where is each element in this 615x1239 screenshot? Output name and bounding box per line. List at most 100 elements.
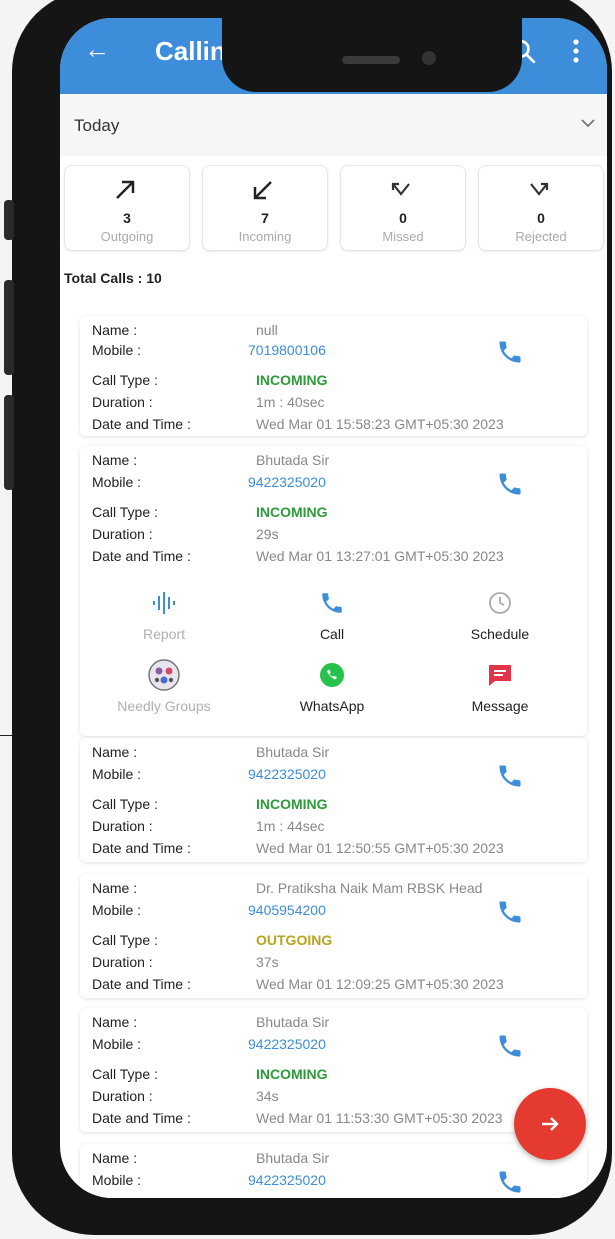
phone-icon (322, 593, 342, 613)
notch (222, 18, 522, 92)
call-card[interactable]: Name : Bhutada Sir Mobile : 9422325020 C… (80, 1008, 587, 1132)
call-duration: 37s (256, 954, 279, 970)
date-time-label: Date and Time : (92, 976, 191, 992)
call-type: INCOMING (256, 796, 328, 812)
caller-name: Dr. Pratiksha Naik Mam RBSK Head (256, 880, 483, 896)
volume-button (4, 280, 14, 375)
whatsapp-action[interactable]: WhatsApp (248, 658, 416, 714)
stat-count: 7 (261, 210, 269, 226)
stat-count: 3 (123, 210, 131, 226)
message-action[interactable]: Message (416, 658, 584, 714)
action-label: Report (142, 626, 186, 642)
call-type: OUTGOING (256, 932, 333, 948)
stat-incoming[interactable]: 7 Incoming (202, 165, 328, 251)
stat-rejected[interactable]: 0 Rejected (478, 165, 604, 251)
name-label: Name : (92, 880, 138, 896)
date-time-label: Date and Time : (92, 840, 191, 856)
call-duration: 34s (256, 1088, 279, 1104)
caller-name: Bhutada Sir (256, 452, 330, 468)
mobile-label: Mobile : (92, 1172, 142, 1188)
date-filter-dropdown[interactable]: Today (60, 94, 607, 156)
speaker (342, 56, 400, 64)
caller-mobile[interactable]: 9422325020 (248, 1172, 326, 1188)
stat-outgoing[interactable]: 3 Outgoing (64, 165, 190, 251)
mobile-label: Mobile : (92, 1036, 142, 1052)
mobile-label: Mobile : (92, 766, 142, 782)
arrow-left-icon[interactable]: ← (84, 34, 110, 65)
phone-icon[interactable] (496, 1168, 524, 1196)
mobile-label: Mobile : (92, 902, 142, 918)
call-card[interactable]: Name : Bhutada Sir Mobile : 9422325020 C… (80, 738, 587, 862)
duration-label: Duration : (92, 818, 153, 834)
rejected-call-icon (530, 182, 549, 196)
report-action[interactable]: Report (80, 586, 248, 642)
date-time-label: Date and Time : (92, 548, 191, 564)
stat-label: Outgoing (100, 229, 154, 244)
call-datetime: Wed Mar 01 12:50:55 GMT+05:30 2023 (256, 840, 504, 856)
phone-icon[interactable] (496, 338, 524, 366)
group-logo-icon (148, 659, 180, 691)
caller-mobile[interactable]: 9422325020 (248, 474, 326, 490)
stat-missed[interactable]: 0 Missed (340, 165, 466, 251)
phone-frame: ← Calling History Today 3 Outgoing 7 Inc… (4, 0, 612, 1235)
action-label: WhatsApp (299, 698, 365, 714)
next-fab-button[interactable] (514, 1088, 586, 1160)
date-filter-value: Today (74, 116, 120, 135)
call-card[interactable]: Name : Dr. Pratiksha Naik Mam RBSK Head … (80, 874, 587, 998)
waveform-icon (153, 592, 175, 614)
total-calls: Total Calls : 10 (64, 270, 162, 286)
phone-icon[interactable] (496, 470, 524, 498)
call-type-label: Call Type : (92, 796, 158, 812)
more-vertical-icon[interactable] (566, 36, 586, 66)
call-card[interactable]: Name : null Mobile : 7019800106 Call Typ… (80, 316, 587, 436)
caller-mobile[interactable]: 9422325020 (248, 766, 326, 782)
caller-name: Bhutada Sir (256, 1150, 330, 1166)
action-label: Message (471, 698, 529, 714)
name-label: Name : (92, 744, 138, 760)
caller-name: Bhutada Sir (256, 1014, 330, 1030)
duration-label: Duration : (92, 394, 153, 410)
date-time-label: Date and Time : (92, 416, 191, 432)
phone-icon[interactable] (496, 762, 524, 790)
call-card[interactable]: Name : Bhutada Sir Mobile : 9422325020 (80, 1144, 587, 1198)
call-type: INCOMING (256, 372, 328, 388)
caller-mobile[interactable]: 7019800106 (248, 342, 326, 358)
call-action[interactable]: Call (248, 586, 416, 642)
call-type: INCOMING (256, 1066, 328, 1082)
phone-icon[interactable] (496, 1032, 524, 1060)
duration-label: Duration : (92, 954, 153, 970)
call-stats: 3 Outgoing 7 Incoming 0 Missed 0 Rejecte… (64, 165, 604, 253)
call-duration: 29s (256, 526, 279, 542)
phone-icon[interactable] (496, 898, 524, 926)
call-datetime: Wed Mar 01 13:27:01 GMT+05:30 2023 (256, 548, 504, 564)
clock-icon (489, 592, 511, 614)
stat-label: Rejected (515, 229, 567, 244)
action-label: Schedule (470, 626, 530, 642)
caller-mobile[interactable]: 9422325020 (248, 1036, 326, 1052)
call-datetime: Wed Mar 01 15:58:23 GMT+05:30 2023 (256, 416, 504, 432)
call-type-label: Call Type : (92, 932, 158, 948)
duration-label: Duration : (92, 526, 153, 542)
call-type-label: Call Type : (92, 1066, 158, 1082)
missed-call-icon (391, 182, 410, 196)
call-type: INCOMING (256, 504, 328, 520)
needly-groups-action[interactable]: Needly Groups (80, 658, 248, 714)
whatsapp-icon (320, 663, 344, 687)
call-datetime: Wed Mar 01 11:53:30 GMT+05:30 2023 (256, 1110, 503, 1126)
call-duration: 1m : 40sec (256, 394, 325, 410)
stat-count: 0 (399, 210, 407, 226)
call-card-expanded[interactable]: Name : Bhutada Sir Mobile : 9422325020 C… (80, 446, 587, 736)
call-duration: 1m : 44sec (256, 818, 325, 834)
name-label: Name : (92, 452, 138, 468)
caller-mobile[interactable]: 9405954200 (248, 902, 326, 918)
date-time-label: Date and Time : (92, 1110, 191, 1126)
stat-count: 0 (537, 210, 545, 226)
call-type-label: Call Type : (92, 372, 158, 388)
side-button (4, 200, 14, 240)
stat-label: Missed (382, 229, 424, 244)
name-label: Name : (92, 1150, 138, 1166)
caller-name: null (256, 322, 278, 338)
name-label: Name : (92, 1014, 138, 1030)
schedule-action[interactable]: Schedule (416, 586, 584, 642)
mobile-label: Mobile : (92, 342, 142, 358)
